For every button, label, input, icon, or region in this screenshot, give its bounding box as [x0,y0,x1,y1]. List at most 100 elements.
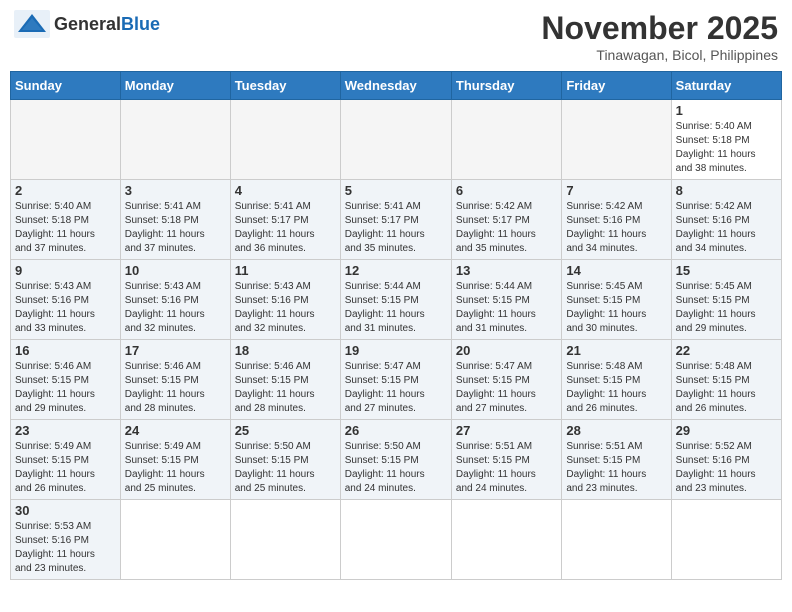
day-info: Sunrise: 5:42 AM Sunset: 5:16 PM Dayligh… [566,200,666,256]
day-info: Sunrise: 5:50 AM Sunset: 5:15 PM Dayligh… [235,440,336,496]
day-number: 10 [125,263,226,278]
calendar-cell [671,500,781,580]
day-info: Sunrise: 5:46 AM Sunset: 5:15 PM Dayligh… [125,360,226,416]
header: GeneralBlue November 2025 Tinawagan, Bic… [10,10,782,63]
day-info: Sunrise: 5:49 AM Sunset: 5:15 PM Dayligh… [15,440,116,496]
calendar-cell [230,100,340,180]
calendar-cell: 20Sunrise: 5:47 AM Sunset: 5:15 PM Dayli… [451,340,561,420]
calendar-week-row: 2Sunrise: 5:40 AM Sunset: 5:18 PM Daylig… [11,180,782,260]
subtitle: Tinawagan, Bicol, Philippines [541,47,778,63]
day-info: Sunrise: 5:51 AM Sunset: 5:15 PM Dayligh… [456,440,557,496]
day-info: Sunrise: 5:49 AM Sunset: 5:15 PM Dayligh… [125,440,226,496]
calendar-cell: 10 Sunrise: 5:43 AM Sunset: 5:16 PM Dayli… [120,260,230,340]
day-number: 25 [235,423,336,438]
calendar-cell: 19 Sunrise: 5:47 AM Sunset: 5:15 PM Dayli… [340,340,451,420]
calendar-cell: 3 Sunrise: 5:41 AM Sunset: 5:18 PM Daylig… [120,180,230,260]
calendar-cell: 11 Sunrise: 5:43 AM Sunset: 5:16 PM Dayli… [230,260,340,340]
day-number: 24 [125,423,226,438]
day-info: Sunrise: 5:43 AM Sunset: 5:16 PM Dayligh… [125,280,226,336]
day-number: 19 [345,343,447,358]
calendar-cell: 6 Sunrise: 5:42 AM Sunset: 5:17 PM Daylig… [451,180,561,260]
day-number: 16 [15,343,116,358]
calendar-cell [562,100,671,180]
day-info: Sunrise: 5:52 AM Sunset: 5:16 PM Dayligh… [676,440,777,496]
day-info: Sunrise: 5:53 AM Sunset: 5:16 PM Dayligh… [15,520,116,576]
day-info: Sunrise: 5:48 AM Sunset: 5:15 PM Dayligh… [676,360,777,416]
calendar-cell: 12 Sunrise: 5:44 AM Sunset: 5:15 PM Dayli… [340,260,451,340]
calendar-week-row: 23 Sunrise: 5:49 AM Sunset: 5:15 PM Dayli… [11,420,782,500]
calendar-cell [230,500,340,580]
day-number: 12 [345,263,447,278]
calendar-cell: 2Sunrise: 5:40 AM Sunset: 5:18 PM Daylig… [11,180,121,260]
calendar-cell [451,500,561,580]
calendar-cell [11,100,121,180]
title-area: November 2025 Tinawagan, Bicol, Philippi… [541,10,778,63]
day-info: Sunrise: 5:41 AM Sunset: 5:18 PM Dayligh… [125,200,226,256]
day-info: Sunrise: 5:44 AM Sunset: 5:15 PM Dayligh… [345,280,447,336]
calendar-cell [120,100,230,180]
day-info: Sunrise: 5:43 AM Sunset: 5:16 PM Dayligh… [15,280,116,336]
calendar-week-row: 9 Sunrise: 5:43 AM Sunset: 5:16 PM Daylig… [11,260,782,340]
day-number: 3 [125,183,226,198]
calendar-cell: 30 Sunrise: 5:53 AM Sunset: 5:16 PM Dayli… [11,500,121,580]
calendar-cell: 8Sunrise: 5:42 AM Sunset: 5:16 PM Daylig… [671,180,781,260]
calendar-week-row: 16 Sunrise: 5:46 AM Sunset: 5:15 PM Dayli… [11,340,782,420]
day-number: 6 [456,183,557,198]
day-info: Sunrise: 5:47 AM Sunset: 5:15 PM Dayligh… [345,360,447,416]
day-number: 7 [566,183,666,198]
calendar: SundayMondayTuesdayWednesdayThursdayFrid… [10,71,782,580]
day-info: Sunrise: 5:46 AM Sunset: 5:15 PM Dayligh… [15,360,116,416]
day-number: 27 [456,423,557,438]
calendar-cell [120,500,230,580]
day-number: 30 [15,503,116,518]
day-info: Sunrise: 5:45 AM Sunset: 5:15 PM Dayligh… [676,280,777,336]
day-info: Sunrise: 5:43 AM Sunset: 5:16 PM Dayligh… [235,280,336,336]
logo: GeneralBlue [14,10,160,38]
calendar-cell: 23 Sunrise: 5:49 AM Sunset: 5:15 PM Dayli… [11,420,121,500]
calendar-cell: 18 Sunrise: 5:46 AM Sunset: 5:15 PM Dayli… [230,340,340,420]
day-number: 14 [566,263,666,278]
weekday-header: Thursday [451,72,561,100]
day-info: Sunrise: 5:47 AM Sunset: 5:15 PM Dayligh… [456,360,557,416]
day-number: 18 [235,343,336,358]
weekday-header-row: SundayMondayTuesdayWednesdayThursdayFrid… [11,72,782,100]
weekday-header: Monday [120,72,230,100]
day-info: Sunrise: 5:50 AM Sunset: 5:15 PM Dayligh… [345,440,447,496]
day-number: 2 [15,183,116,198]
calendar-cell [451,100,561,180]
day-number: 28 [566,423,666,438]
calendar-cell [340,100,451,180]
calendar-cell: 7 Sunrise: 5:42 AM Sunset: 5:16 PM Daylig… [562,180,671,260]
calendar-cell [340,500,451,580]
day-number: 21 [566,343,666,358]
day-number: 22 [676,343,777,358]
day-number: 9 [15,263,116,278]
day-number: 11 [235,263,336,278]
day-number: 4 [235,183,336,198]
calendar-cell: 29Sunrise: 5:52 AM Sunset: 5:16 PM Dayli… [671,420,781,500]
weekday-header: Saturday [671,72,781,100]
calendar-cell: 13 Sunrise: 5:44 AM Sunset: 5:15 PM Dayli… [451,260,561,340]
month-title: November 2025 [541,10,778,47]
calendar-cell: 4Sunrise: 5:41 AM Sunset: 5:17 PM Daylig… [230,180,340,260]
day-info: Sunrise: 5:45 AM Sunset: 5:15 PM Dayligh… [566,280,666,336]
calendar-cell: 14 Sunrise: 5:45 AM Sunset: 5:15 PM Dayli… [562,260,671,340]
day-info: Sunrise: 5:40 AM Sunset: 5:18 PM Dayligh… [676,120,777,176]
calendar-cell: 25 Sunrise: 5:50 AM Sunset: 5:15 PM Dayli… [230,420,340,500]
calendar-cell: 15Sunrise: 5:45 AM Sunset: 5:15 PM Dayli… [671,260,781,340]
day-number: 13 [456,263,557,278]
calendar-cell: 27 Sunrise: 5:51 AM Sunset: 5:15 PM Dayli… [451,420,561,500]
logo-text: GeneralBlue [54,14,160,35]
calendar-cell: 16 Sunrise: 5:46 AM Sunset: 5:15 PM Dayli… [11,340,121,420]
day-number: 23 [15,423,116,438]
weekday-header: Friday [562,72,671,100]
day-number: 8 [676,183,777,198]
calendar-cell: 1Sunrise: 5:40 AM Sunset: 5:18 PM Daylig… [671,100,781,180]
day-info: Sunrise: 5:42 AM Sunset: 5:17 PM Dayligh… [456,200,557,256]
calendar-cell: 21Sunrise: 5:48 AM Sunset: 5:15 PM Dayli… [562,340,671,420]
calendar-cell: 24 Sunrise: 5:49 AM Sunset: 5:15 PM Dayli… [120,420,230,500]
weekday-header: Tuesday [230,72,340,100]
day-info: Sunrise: 5:44 AM Sunset: 5:15 PM Dayligh… [456,280,557,336]
day-info: Sunrise: 5:46 AM Sunset: 5:15 PM Dayligh… [235,360,336,416]
calendar-cell: 28Sunrise: 5:51 AM Sunset: 5:15 PM Dayli… [562,420,671,500]
